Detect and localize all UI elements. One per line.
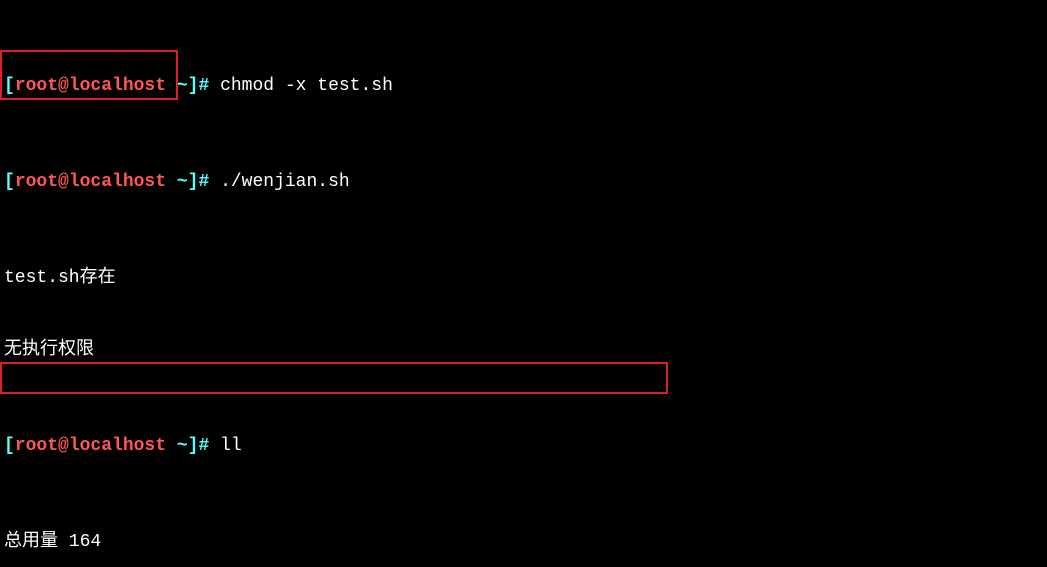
cmd-ll-text: ll [220,436,242,456]
prompt-userhost: root@localhost [15,76,166,96]
cmd-line-run: [root@localhost ~]# ./wenjian.sh [4,170,1043,194]
prompt-open: [ [4,436,15,456]
output-text: test.sh存在 [4,268,116,288]
cmd-line-chmod: [root@localhost ~]# chmod -x test.sh [4,74,1043,98]
total-line: 总用量 164 [4,530,1043,554]
prompt-open: [ [4,76,15,96]
prompt-cwd: ~ [166,436,188,456]
prompt-close: ]# [188,76,220,96]
script-output-line2: 无执行权限 [4,338,1043,362]
terminal[interactable]: [root@localhost ~]# chmod -x test.sh [ro… [0,0,1047,567]
cmd-run-text: ./wenjian.sh [220,172,350,192]
prompt-close: ]# [188,172,220,192]
cmd-chmod-text: chmod -x test.sh [220,76,393,96]
prompt-userhost: root@localhost [15,172,166,192]
prompt-close: ]# [188,436,220,456]
script-output-line1: test.sh存在 [4,266,1043,290]
prompt-userhost: root@localhost [15,436,166,456]
total-text: 总用量 164 [4,532,101,552]
prompt-cwd: ~ [166,76,188,96]
cmd-line-ll: [root@localhost ~]# ll [4,434,1043,458]
prompt-open: [ [4,172,15,192]
output-text: 无执行权限 [4,340,94,360]
prompt-cwd: ~ [166,172,188,192]
